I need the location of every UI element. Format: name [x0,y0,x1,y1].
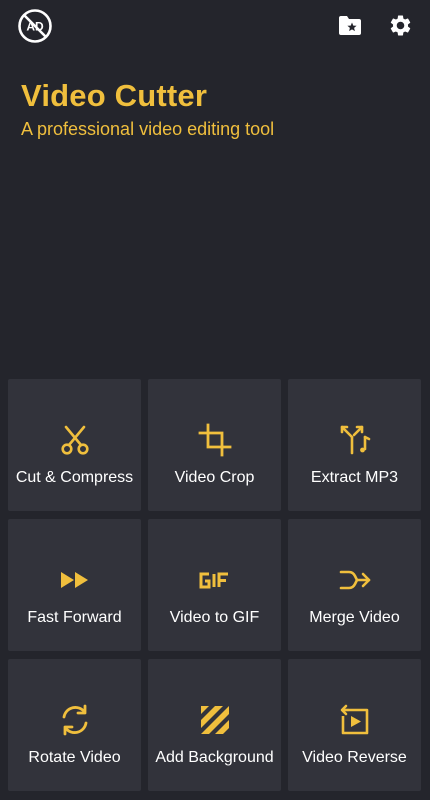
tool-video-crop[interactable]: Video Crop [148,379,281,511]
stripes-icon [200,706,229,734]
split-music-icon [340,425,370,455]
tool-label: Cut & Compress [15,469,134,486]
tools-grid: Cut & Compress Video Crop Extract MP3 Fa… [8,379,421,791]
crop-icon [198,423,231,457]
tool-extract-mp3[interactable]: Extract MP3 [288,379,421,511]
rotate-icon [62,704,87,736]
gear-icon[interactable] [388,13,413,38]
reverse-play-icon [340,704,368,735]
tool-label: Rotate Video [28,749,121,766]
tool-add-background[interactable]: Add Background [148,659,281,791]
tool-rotate-video[interactable]: Rotate Video [8,659,141,791]
app-title: Video Cutter [21,78,208,113]
folder-star-icon[interactable] [338,14,362,36]
tool-label: Merge Video [309,609,400,626]
app-subtitle: A professional video editing tool [21,119,275,139]
scissors-icon [60,425,89,455]
tool-label: Video Reverse [302,749,407,766]
tool-merge-video[interactable]: Merge Video [288,519,421,651]
tool-label: Video to GIF [169,609,260,626]
merge-icon [339,570,370,590]
fast-forward-icon [60,572,88,588]
tool-label: Video Crop [174,469,255,486]
no-ads-icon[interactable]: AD [17,8,53,44]
top-bar: AD [0,0,430,52]
gif-icon [199,572,228,589]
tool-video-to-gif[interactable]: Video to GIF [148,519,281,651]
tool-label: Fast Forward [27,609,122,626]
tool-video-reverse[interactable]: Video Reverse [288,659,421,791]
tool-cut-compress[interactable]: Cut & Compress [8,379,141,511]
tool-label: Add Background [155,749,274,766]
tool-fast-forward[interactable]: Fast Forward [8,519,141,651]
tool-label: Extract MP3 [310,469,399,486]
